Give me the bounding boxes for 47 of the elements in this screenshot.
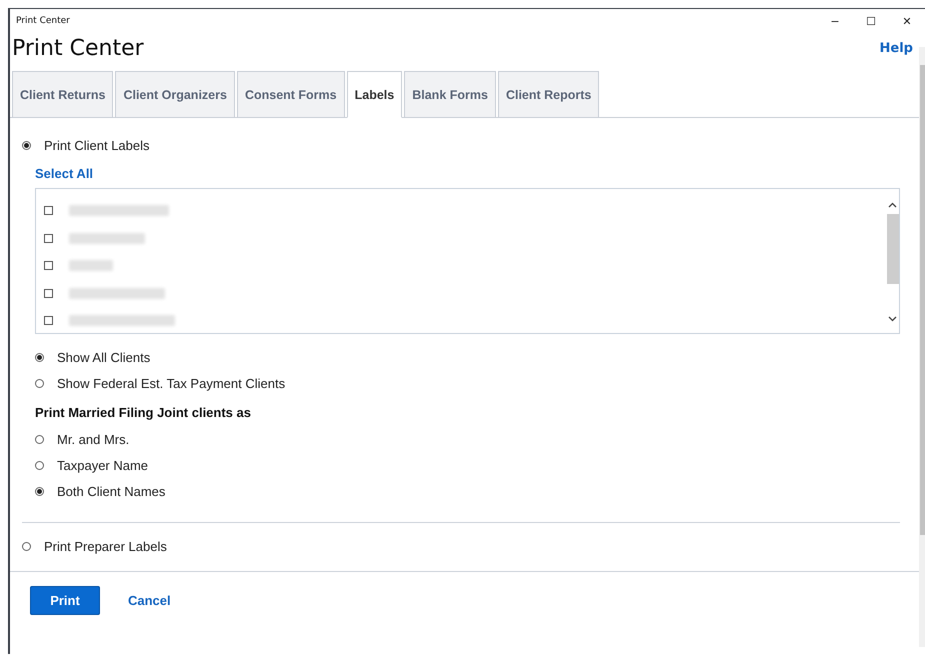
radio-button[interactable]: [22, 542, 31, 550]
page-scrollbar-thumb[interactable]: [920, 65, 925, 535]
radio-button[interactable]: [35, 352, 44, 362]
name-format-option[interactable]: Mr. and Mrs.: [35, 426, 900, 452]
tab[interactable]: Consent Forms: [236, 71, 345, 117]
blurred-name: [69, 260, 113, 272]
option-label: Mr. and Mrs.: [57, 432, 130, 446]
filter-option[interactable]: Show Federal Est. Tax Payment Clients: [35, 370, 900, 396]
cancel-link[interactable]: Cancel: [128, 593, 171, 608]
radio-button[interactable]: [35, 460, 44, 470]
print-mode-option[interactable]: Print Preparer Labels: [22, 533, 900, 559]
tab[interactable]: Client Organizers: [115, 71, 235, 117]
radio-button[interactable]: [22, 140, 31, 150]
radio-button[interactable]: [35, 486, 44, 496]
checkbox[interactable]: [44, 316, 53, 326]
checkbox[interactable]: [44, 234, 53, 243]
page-title: Print Center: [12, 36, 144, 60]
tab[interactable]: Client Reports: [498, 71, 600, 117]
radio-button[interactable]: [35, 434, 44, 444]
checkbox[interactable]: [44, 206, 53, 216]
radio-button[interactable]: [35, 378, 44, 388]
window-control-button[interactable]: ☐: [853, 14, 889, 28]
name-format-option[interactable]: Both Client Names: [35, 478, 900, 504]
option-label: Print Client Labels: [44, 138, 150, 152]
window-control-button[interactable]: ✕: [889, 14, 925, 28]
option-label: Print Preparer Labels: [44, 538, 167, 554]
print-mode-option[interactable]: Print Client Labels: [22, 132, 900, 158]
tab[interactable]: Client Returns: [12, 71, 114, 117]
help-link[interactable]: Help: [880, 40, 913, 56]
tab[interactable]: Labels: [346, 71, 402, 118]
filter-option[interactable]: Show All Clients: [35, 344, 900, 370]
option-label: Both Client Names: [57, 484, 166, 498]
scrollbar-thumb[interactable]: [886, 214, 898, 284]
print-button[interactable]: Print: [30, 586, 100, 615]
name-format-option[interactable]: Taxpayer Name: [35, 452, 900, 478]
section-heading: Print Married Filing Joint clients as: [35, 405, 252, 420]
option-label: Taxpayer Name: [57, 458, 148, 472]
scroll-down-icon[interactable]: [888, 314, 897, 323]
checkbox[interactable]: [44, 261, 53, 270]
tab[interactable]: Blank Forms: [404, 71, 496, 117]
window-control-button[interactable]: −: [817, 14, 853, 28]
option-label: Show Federal Est. Tax Payment Clients: [57, 376, 286, 390]
option-label: Show All Clients: [57, 350, 150, 364]
checkbox[interactable]: [44, 288, 53, 298]
select-all-link[interactable]: Select All: [35, 166, 94, 181]
window-title: Print Center: [16, 16, 70, 26]
scroll-up-icon[interactable]: [888, 201, 897, 210]
